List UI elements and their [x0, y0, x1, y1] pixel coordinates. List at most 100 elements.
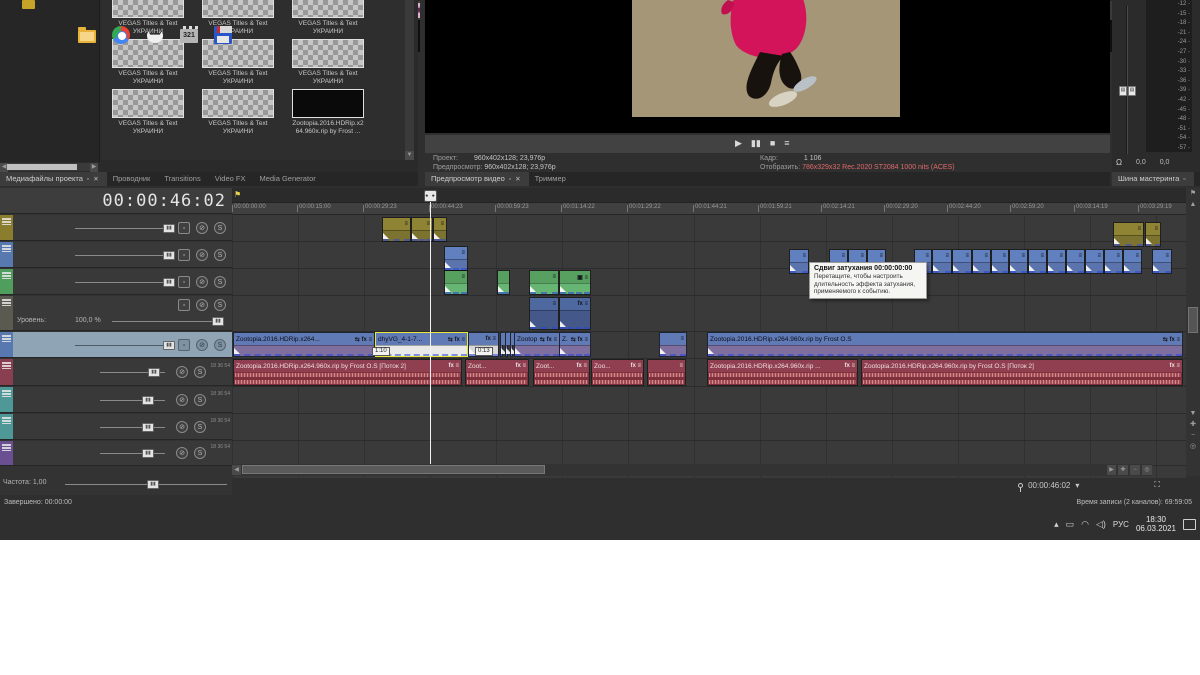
media-pool-hscrollbar[interactable]: ◀ ▶ [0, 163, 98, 171]
zoom-out-icon[interactable]: − [1191, 431, 1195, 440]
audio-event[interactable]: Zoot...fx ≡ [533, 359, 590, 386]
track-color-tab[interactable] [0, 242, 13, 267]
tab-media-generator[interactable]: Media Generator [253, 172, 323, 186]
mute-icon[interactable]: ⊘ [176, 394, 188, 406]
timeline-event[interactable]: ≡ [444, 270, 468, 295]
mute-icon[interactable]: ⊘ [196, 299, 208, 311]
tab-transitions[interactable]: Transitions [158, 172, 208, 186]
media-item[interactable]: VEGAS Titles & TextУКРАИНИ [108, 39, 188, 85]
media-item[interactable]: VEGAS Titles & TextУКРАИНИ [288, 39, 368, 85]
track-fx-icon[interactable]: ▫ [178, 222, 190, 234]
mute-icon[interactable]: ⊘ [196, 222, 208, 234]
volume-slider[interactable]: ▮▮ [148, 368, 160, 377]
volume-slider[interactable]: ▮▮ [142, 423, 154, 432]
mute-icon[interactable]: ⊘ [176, 366, 188, 378]
video-event[interactable]: ≡ [659, 332, 687, 357]
timeline-event[interactable]: ≡ [1047, 249, 1066, 274]
solo-icon[interactable]: S [194, 447, 206, 459]
tab-video-preview[interactable]: Предпросмотр видео▫✕ [425, 172, 529, 186]
track-color-tab[interactable] [0, 359, 13, 385]
timeline-event[interactable]: ≡ [1066, 249, 1085, 274]
timeline-event[interactable]: fx ≡ [559, 297, 591, 330]
scroll-up-icon[interactable]: ▲ [1190, 200, 1197, 209]
close-icon[interactable]: ✕ [93, 175, 98, 183]
tab-video-fx[interactable]: Video FX [209, 172, 254, 186]
solo-icon[interactable]: S [194, 421, 206, 433]
wifi-icon[interactable]: ◠ [1081, 519, 1089, 530]
media-thumbnail[interactable] [202, 0, 274, 18]
audio-event[interactable]: Zootopia.2016.HDRip.x264.960x.rip by Fro… [861, 359, 1183, 386]
video-event[interactable]: Zootopia....⇆ fx ≡ [514, 332, 560, 357]
track-color-tab[interactable] [0, 296, 13, 330]
media-item[interactable]: VEGAS Titles & TextУКРАИНИ [198, 39, 278, 85]
video-event[interactable] [500, 332, 503, 357]
language-indicator[interactable]: РУС [1113, 520, 1129, 529]
timeline-event[interactable]: ≡ [382, 217, 411, 242]
timeline-event[interactable] [497, 270, 510, 295]
solo-icon[interactable]: S [214, 339, 226, 351]
mute-icon[interactable]: ⊘ [176, 447, 188, 459]
timeline-event[interactable]: ≡ [991, 249, 1009, 274]
scroll-thumb[interactable] [242, 465, 545, 474]
audio-event[interactable]: Zoo...fx ≡ [591, 359, 644, 386]
timeline-event[interactable]: ≡ [1028, 249, 1047, 274]
menu-icon[interactable]: ≡ [784, 138, 789, 149]
clock[interactable]: 18:30 06.03.2021 [1136, 515, 1176, 533]
scroll-thumb[interactable] [7, 164, 77, 170]
zoom-tool-icon[interactable]: ◎ [1190, 442, 1196, 451]
timeline-event[interactable]: ≡ [529, 297, 559, 330]
scroll-down-icon[interactable]: ▼ [405, 151, 414, 160]
timeline-event[interactable]: ≡ [1085, 249, 1104, 274]
track-fx-icon[interactable]: ▫ [178, 299, 190, 311]
scroll-thumb[interactable] [1188, 307, 1198, 333]
media-thumbnail[interactable] [292, 89, 364, 118]
master-fader-handle[interactable]: ▤▤ [1119, 86, 1136, 96]
track-color-tab[interactable] [0, 332, 13, 357]
media-thumbnail[interactable] [292, 39, 364, 68]
level-slider[interactable]: ▮▮ [163, 251, 175, 260]
timeline-area[interactable]: ⚑ 00:00:00:0000:00:15:0000:00:29:2300:00… [232, 188, 1186, 478]
stop-icon[interactable]: ■ [770, 138, 775, 149]
timeline-event[interactable]: ≡ [972, 249, 991, 274]
loop-start-flag-icon[interactable]: ⚑ [234, 190, 241, 199]
volume-slider[interactable]: ▮▮ [142, 396, 154, 405]
level-slider[interactable]: ▮▮ [163, 278, 175, 287]
timeline-hscrollbar[interactable]: ◀ ▶ ✚ − ◎ [232, 464, 1152, 476]
audio-event[interactable]: ≡ [647, 359, 686, 386]
audio-event[interactable]: Zoot...fx ≡ [465, 359, 529, 386]
rate-slider[interactable]: ▮▮ [147, 480, 159, 489]
media-thumbnail[interactable] [112, 0, 184, 18]
media-pool-tree[interactable] [0, 0, 100, 162]
dock-icon[interactable]: ▫ [509, 176, 511, 183]
track-fx-icon[interactable]: ▫ [178, 276, 190, 288]
tab-explorer[interactable]: Проводник [107, 172, 159, 186]
media-thumbnail[interactable] [202, 39, 274, 68]
notification-center-icon[interactable] [1183, 519, 1196, 530]
track-color-tab[interactable] [0, 414, 13, 439]
lock-icon[interactable]: Ω [1116, 158, 1122, 167]
track-fx-icon[interactable]: ▫ [178, 339, 190, 351]
dock-icon[interactable]: ▫ [87, 176, 89, 183]
media-item[interactable]: VEGAS Titles & TextУКРАИНИ [108, 89, 188, 135]
timeline-event[interactable]: ▣ ≡ [559, 270, 591, 295]
track-fx-icon[interactable]: ▫ [178, 249, 190, 261]
media-item[interactable]: VEGAS Titles & TextУКРАИНИ [198, 89, 278, 135]
video-event[interactable]: Zootopia.2016.HDRip.x264.960x.rip by Fro… [707, 332, 1183, 357]
solo-icon[interactable]: S [214, 276, 226, 288]
level-slider[interactable]: ▮▮ [163, 341, 175, 350]
solo-icon[interactable]: S [194, 394, 206, 406]
solo-icon[interactable]: S [214, 299, 226, 311]
track-header-5-selected[interactable]: ▮▮ ▫⊘S [0, 332, 232, 358]
timeline-event[interactable]: ≡ [1123, 249, 1142, 274]
media-item[interactable]: Zootopia.2016.HDRip.x264.960x.rip by Fro… [288, 89, 368, 135]
track-header-2[interactable]: ▮▮ ▫⊘S [0, 242, 232, 268]
track-header-9-audio[interactable]: ▮▮ ⊘S 18 36 54 [0, 441, 232, 466]
scroll-down-icon[interactable]: ▼ [1190, 409, 1197, 418]
solo-icon[interactable]: S [194, 366, 206, 378]
track-header-4[interactable]: ▫⊘S Уровень: 100,0 % ▮▮ [0, 296, 232, 331]
track-color-tab[interactable] [0, 441, 13, 465]
zoom-in-icon[interactable]: ✚ [1190, 420, 1196, 429]
video-event[interactable]: Zootopia.2016.HDRip.x264...⇆ fx ≡ [233, 332, 375, 357]
timecode-display[interactable]: 00:00:46:02 [0, 188, 232, 214]
mute-icon[interactable]: ⊘ [176, 421, 188, 433]
